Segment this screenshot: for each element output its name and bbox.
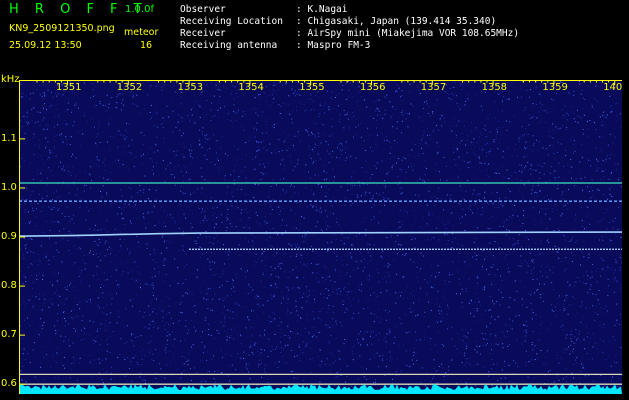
time-label: 1354 <box>238 82 263 93</box>
observer-label: Observer <box>180 4 226 15</box>
waterfall-spectrogram: 1351 1352 1353 1354 1355 1356 1357 1358 1359 1400 <box>19 80 622 394</box>
receiver-label: Receiver <box>180 28 226 39</box>
observer-value: : K.Nagai <box>296 4 348 15</box>
time-label: 1355 <box>299 82 324 93</box>
date-time: 25.09.12 13:50 <box>9 40 82 51</box>
location-label: Receiving Location <box>180 16 283 27</box>
hrofft-window: H R O F F T 1.0.0f KN9_2509121350.png 25… <box>0 0 629 400</box>
freq-tick-label: 0.9 <box>1 231 17 242</box>
freq-tick-label: 0.7 <box>1 329 17 341</box>
app-version: 1.0.0f <box>125 4 154 15</box>
time-label: 1352 <box>117 82 142 93</box>
time-label: 1356 <box>360 82 385 93</box>
time-label: 1400 <box>603 82 622 93</box>
waterfall-background <box>19 80 622 394</box>
location-value: : Chigasaki, Japan (139.414 35.340) <box>296 16 497 27</box>
meteor-label: meteor <box>124 27 159 38</box>
meteor-count: 16 <box>140 40 153 51</box>
freq-tick-label: 0.6 <box>1 378 17 390</box>
time-label: 1358 <box>482 82 507 93</box>
freq-tick-label: 1.0 <box>1 181 17 193</box>
freq-tick-label: 0.8 <box>1 280 17 292</box>
antenna-value: : Maspro FM-3 <box>296 40 371 51</box>
file-name: KN9_2509121350.png <box>9 23 115 34</box>
time-label: 1351 <box>56 82 81 93</box>
time-label: 1359 <box>542 82 567 93</box>
antenna-label: Receiving antenna <box>180 40 278 51</box>
frequency-unit: kHz <box>1 74 20 85</box>
time-label: 1357 <box>421 82 446 93</box>
time-label: 1353 <box>178 82 203 93</box>
freq-tick-label: 1.1 <box>1 132 17 144</box>
receiver-value: : AirSpy mini (Miakejima VOR 108.65MHz) <box>296 28 520 39</box>
